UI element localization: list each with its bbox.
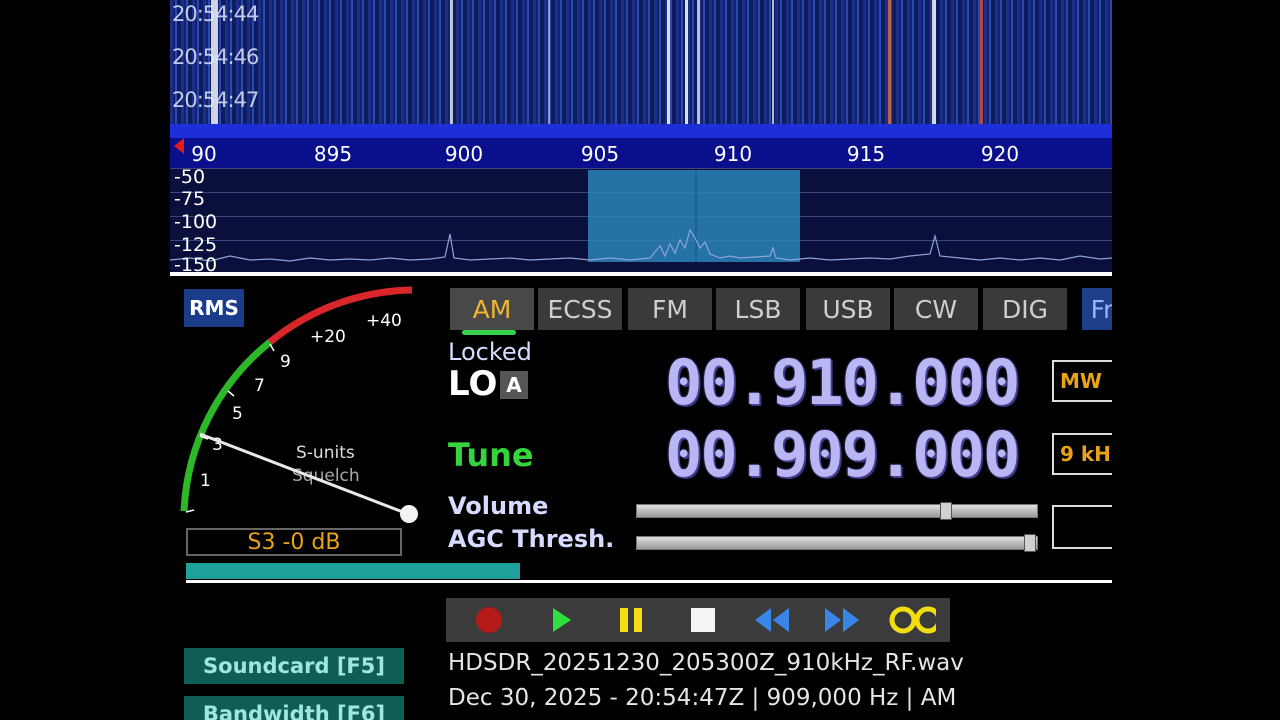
meter-scale-label: +40	[366, 311, 402, 331]
agc-threshold-slider[interactable]	[636, 534, 1038, 552]
scale-bar	[170, 124, 1112, 138]
volume-slider-thumb[interactable]	[940, 502, 952, 520]
waterfall-timestamp: 20:54:47	[172, 88, 259, 112]
db-label: -150	[174, 254, 218, 276]
lo-label: LO	[448, 364, 498, 404]
scale-label: 900	[444, 142, 484, 166]
needle-pivot-icon	[400, 505, 418, 523]
stop-icon[interactable]	[678, 604, 728, 636]
pause-icon[interactable]	[606, 604, 656, 636]
bandwidth-button[interactable]: Bandwidth [F6]	[184, 696, 404, 720]
empty-side-button[interactable]	[1052, 505, 1112, 549]
db-label: -50	[174, 166, 206, 188]
scale-label: 905	[580, 142, 620, 166]
mode-fm-button[interactable]: FM	[628, 288, 712, 330]
scale-numbers	[170, 138, 1112, 168]
rewind-icon[interactable]	[748, 604, 798, 636]
meter-scale-label: +20	[310, 327, 346, 347]
fast-forward-icon[interactable]	[818, 604, 868, 636]
db-label: -125	[174, 234, 218, 256]
divider	[186, 580, 1112, 583]
scale-label: 910	[713, 142, 753, 166]
meter-scale-label: 9	[280, 352, 291, 372]
agc-threshold-slider-thumb[interactable]	[1024, 534, 1036, 552]
lo-frequency-display[interactable]: 00.910.000	[665, 346, 1020, 419]
spectrum-trace	[170, 228, 1112, 262]
meter-readout: S3 -0 dB	[186, 528, 402, 556]
mode-cw-button[interactable]: CW	[894, 288, 978, 330]
hdsdr-window: 20:54:44 20:54:46 20:54:47 90 895 900 90…	[170, 0, 1112, 720]
soundcard-button[interactable]: Soundcard [F5]	[184, 648, 404, 684]
loop-icon[interactable]	[886, 604, 936, 636]
lo-a-badge[interactable]: A	[500, 371, 528, 399]
band-mw-button[interactable]: MW	[1052, 360, 1112, 402]
s-meter[interactable]: 1 3 5 7 9 +20 +40 S-units Squelch	[170, 276, 430, 526]
mode-ecss-button[interactable]: ECSS	[538, 288, 622, 330]
waterfall-timestamp: 20:54:44	[172, 2, 259, 26]
mode-lsb-button[interactable]: LSB	[716, 288, 800, 330]
lo-locked-status[interactable]: Locked	[448, 338, 532, 366]
signal-level-bar	[186, 563, 520, 579]
db-label: -75	[174, 188, 206, 210]
meter-scale-label: 5	[232, 404, 243, 424]
scale-label: 90	[191, 142, 217, 166]
meter-scale-label: 1	[200, 471, 211, 491]
play-icon[interactable]	[536, 604, 586, 636]
record-icon[interactable]	[464, 604, 514, 636]
mode-usb-button[interactable]: USB	[806, 288, 890, 330]
scale-label: 915	[846, 142, 886, 166]
mode-dig-button[interactable]: DIG	[983, 288, 1067, 330]
volume-label: Volume	[448, 492, 549, 520]
scale-label: 920	[980, 142, 1020, 166]
recording-details: Dec 30, 2025 - 20:54:47Z | 909,000 Hz | …	[448, 685, 957, 711]
meter-caption: S-units	[296, 443, 355, 463]
frequency-scale[interactable]: 90 895 900 905 910 915 920	[170, 124, 1112, 168]
mode-am-button[interactable]: AM	[450, 288, 534, 330]
waterfall-timestamp: 20:54:46	[172, 45, 259, 69]
db-label: -100	[174, 211, 218, 233]
recording-filename: HDSDR_20251230_205300Z_910kHz_RF.wav	[448, 650, 964, 676]
playback-toolbar	[446, 598, 950, 642]
agc-threshold-label: AGC Thresh.	[448, 525, 615, 553]
volume-slider[interactable]	[636, 502, 1038, 520]
tune-frequency-display[interactable]: 00.909.000	[665, 418, 1020, 491]
waterfall-display[interactable]: 20:54:44 20:54:46 20:54:47	[170, 0, 1112, 124]
tune-step-button[interactable]: 9 kH	[1052, 433, 1112, 475]
spectrum-display[interactable]: -50 -75 -100 -125 -150	[170, 168, 1112, 276]
left-scroll-marker-icon[interactable]	[174, 138, 184, 154]
meter-scale-label: 7	[254, 376, 265, 396]
mode-fr-button[interactable]: Fr	[1082, 288, 1112, 330]
tune-label: Tune	[448, 436, 534, 474]
active-mode-indicator	[462, 330, 516, 335]
scale-label: 895	[313, 142, 353, 166]
